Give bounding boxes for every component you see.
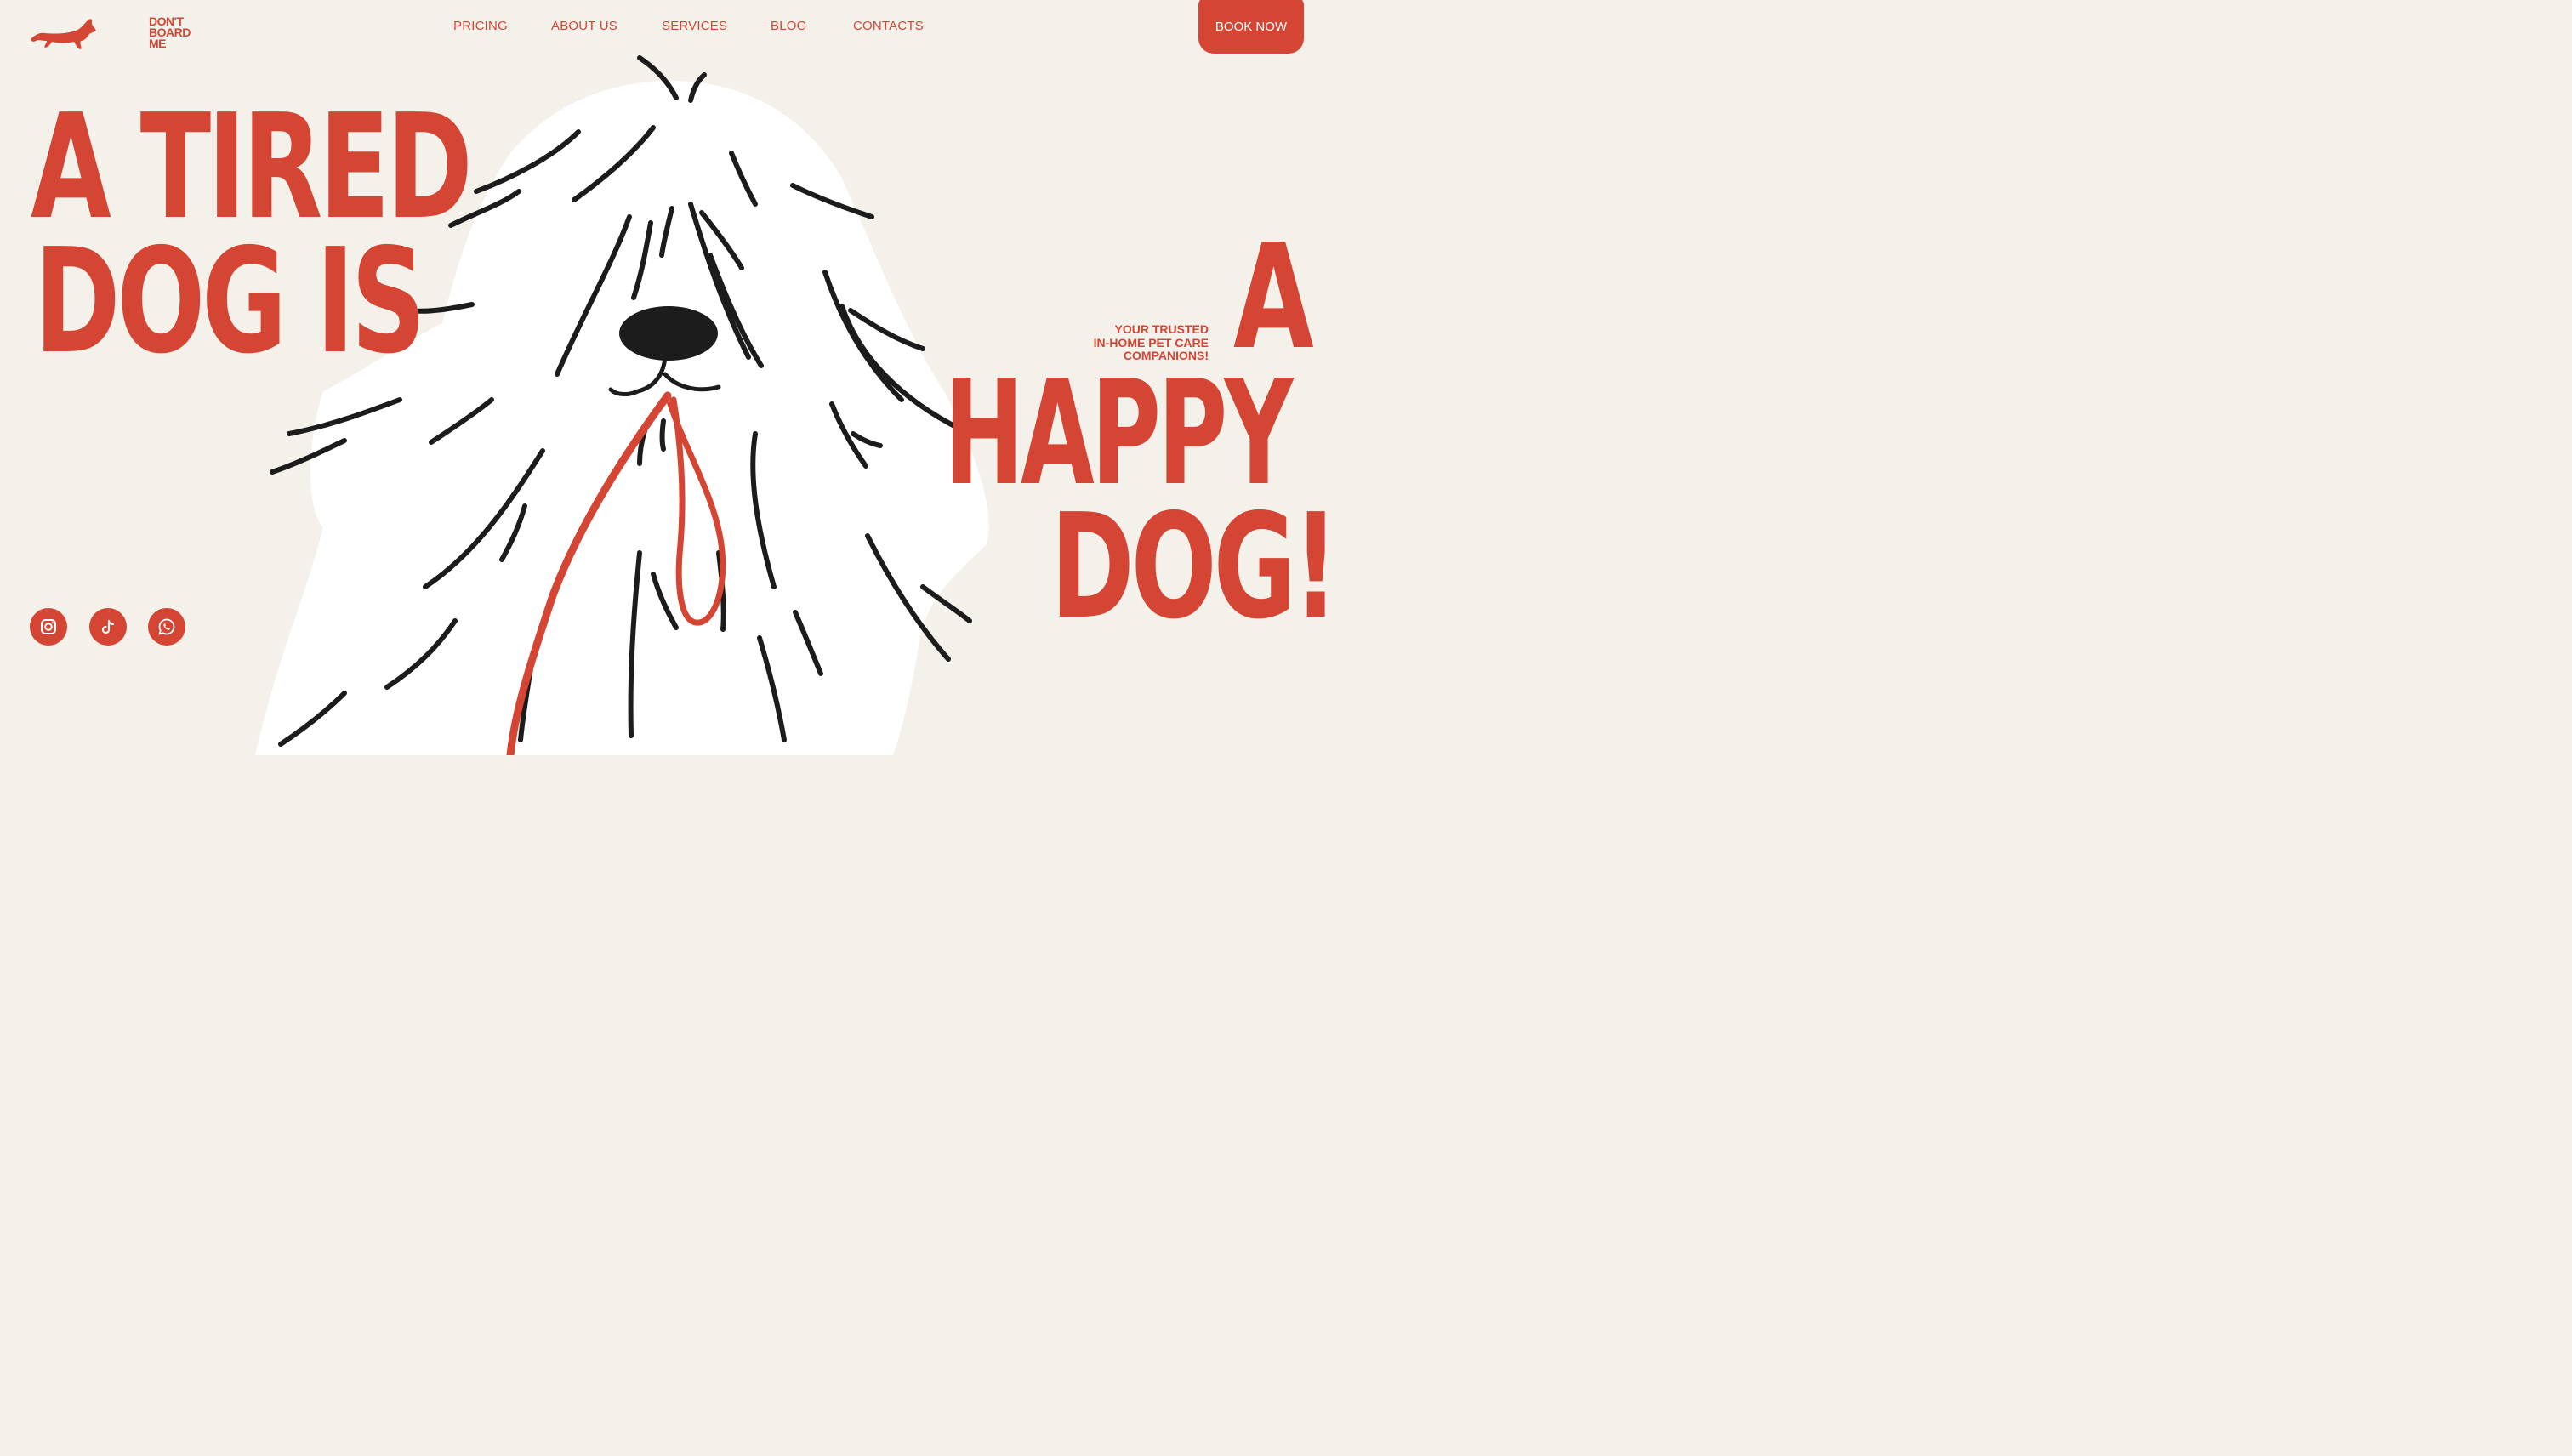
nav-services[interactable]: SERVICES [662, 19, 727, 33]
book-now-button[interactable]: BOOK NOW [1198, 0, 1304, 54]
dog-nose [619, 306, 718, 361]
brand-logo[interactable]: DON'T BOARD ME [149, 15, 191, 50]
headline-right-line-3: DOG! [1050, 483, 1339, 651]
nav-about-us[interactable]: ABOUT US [551, 19, 617, 33]
tiktok-icon [101, 619, 115, 634]
nav-pricing[interactable]: PRICING [453, 19, 508, 33]
instagram-button[interactable] [30, 608, 67, 646]
tiktok-button[interactable] [89, 608, 127, 646]
tagline-line-2: IN-HOME PET CARE [1093, 335, 1209, 350]
tagline-line-3: COMPANIONS! [1123, 349, 1209, 362]
hero-tagline: YOUR TRUSTED IN-HOME PET CARE COMPANIONS… [1055, 322, 1209, 363]
nav-contacts[interactable]: CONTACTS [853, 19, 924, 33]
whatsapp-button[interactable] [148, 608, 185, 646]
instagram-icon [41, 619, 56, 634]
dachshund-icon[interactable] [28, 15, 98, 51]
nav-blog[interactable]: BLOG [771, 19, 806, 33]
whatsapp-icon [158, 618, 175, 635]
headline-left-line-2: DOG IS [34, 218, 426, 386]
tagline-line-1: YOUR TRUSTED [1114, 322, 1209, 336]
headline-right-line-1: A [1233, 213, 1314, 382]
logo-line-3: ME [149, 37, 166, 50]
